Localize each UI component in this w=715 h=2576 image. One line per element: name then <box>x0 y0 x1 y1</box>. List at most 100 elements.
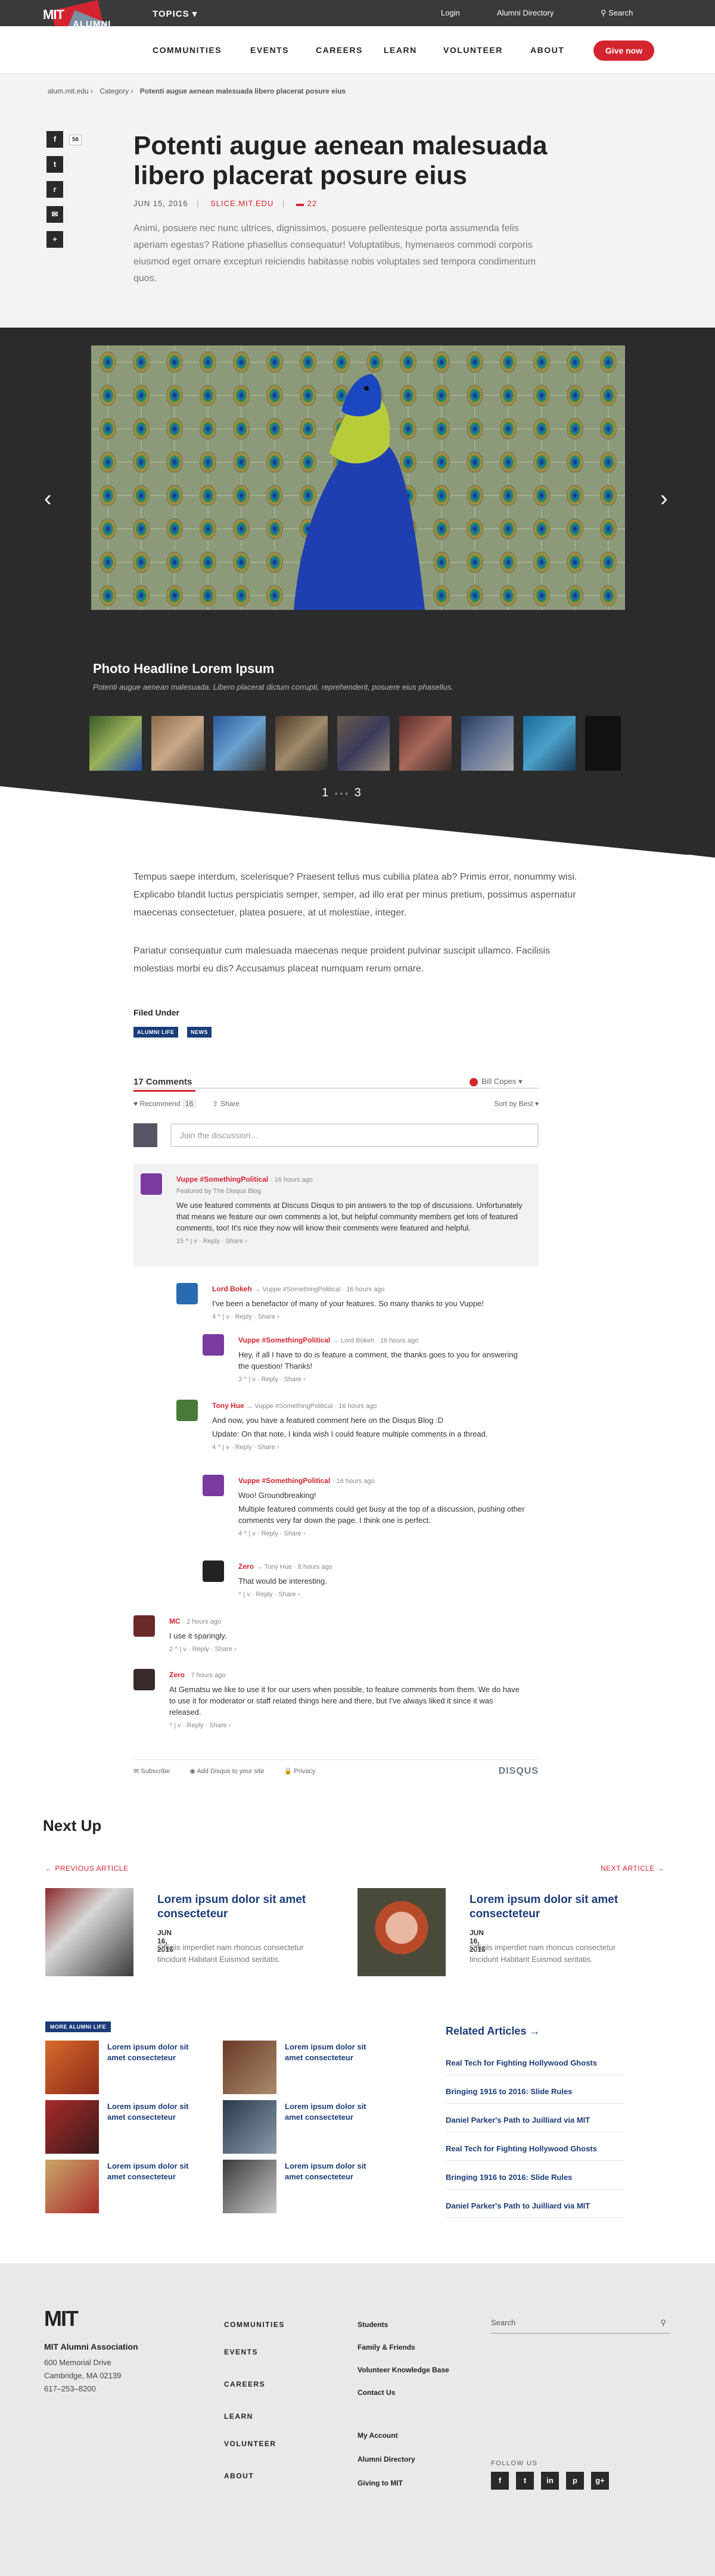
search-link[interactable]: ⚲ Search <box>601 8 633 18</box>
topics-menu[interactable]: TOPICS ▾ <box>153 8 197 19</box>
reddit-share-button[interactable]: r <box>46 181 63 198</box>
thumbnail[interactable] <box>461 716 514 771</box>
previous-article-link[interactable]: ← PREVIOUS ARTICLE <box>45 1864 128 1873</box>
footer-link-giving[interactable]: Giving to MIT <box>358 2479 403 2487</box>
nav-careers[interactable]: CAREERS <box>316 45 363 55</box>
add-disqus-link[interactable]: ◉ Add Disqus to your site <box>189 1768 264 1775</box>
more-item[interactable]: Lorem ipsum dolor sit amet consecteteur <box>45 2100 212 2154</box>
nav-about[interactable]: ABOUT <box>530 45 564 55</box>
related-article-link[interactable]: Daniel Parker's Path to Juilliard via MI… <box>446 2201 624 2218</box>
footer-nav-events[interactable]: EVENTS <box>224 2348 258 2356</box>
comment-actions[interactable]: 2 ^ | v · Reply · Share › <box>169 1644 527 1655</box>
thumbnail[interactable] <box>585 716 621 771</box>
thumbnail[interactable] <box>151 716 204 771</box>
comment-actions[interactable]: ^ | v · Reply · Share › <box>169 1720 527 1731</box>
article-source-link[interactable]: SLICE.MIT.EDU <box>210 199 273 208</box>
login-link[interactable]: Login <box>441 8 460 17</box>
give-now-button[interactable]: Give now <box>593 41 654 61</box>
comment-author[interactable]: Zero <box>238 1562 254 1571</box>
twitter-share-button[interactable]: t <box>46 156 63 173</box>
comment-actions[interactable]: 15 ^ | v · Reply · Share › <box>176 1236 528 1247</box>
breadcrumb-category[interactable]: Category <box>100 87 129 95</box>
sort-dropdown[interactable]: Sort by Best ▾ <box>494 1099 539 1108</box>
more-item[interactable]: Lorem ipsum dolor sit amet consecteteur <box>223 2160 390 2213</box>
twitter-icon[interactable]: t <box>516 2472 534 2490</box>
related-article-link[interactable]: Bringing 1916 to 2016: Slide Rules <box>446 2087 624 2104</box>
comment-author[interactable]: Vuppe #SomethingPolitical <box>176 1175 268 1183</box>
facebook-icon[interactable]: f <box>491 2472 509 2490</box>
footer-link-account[interactable]: My Account <box>358 2431 398 2440</box>
more-item[interactable]: Lorem ipsum dolor sit amet consecteteur <box>45 2160 212 2213</box>
gallery-next-arrow[interactable]: › <box>660 486 668 512</box>
disqus-logo[interactable]: DISQUS <box>499 1766 539 1777</box>
comment-actions[interactable]: 4 ^ | v · Reply · Share › <box>212 1312 534 1323</box>
pager-first[interactable]: 1 <box>322 786 328 799</box>
thumbnail[interactable] <box>399 716 452 771</box>
nav-volunteer[interactable]: VOLUNTEER <box>443 45 503 55</box>
comment-actions[interactable]: 4 ^ | v · Reply · Share › <box>212 1442 534 1453</box>
comment-actions[interactable]: ^ | v · Reply · Share › <box>238 1589 530 1600</box>
comment-author[interactable]: Lord Bokeh <box>212 1285 252 1293</box>
thumbnail[interactable] <box>275 716 328 771</box>
thumbnail[interactable] <box>523 716 576 771</box>
article-title[interactable]: Lorem ipsum dolor sit amet consecteteur <box>470 1893 624 1921</box>
recommend-button[interactable]: ♥ Recommend 16 <box>133 1099 197 1108</box>
more-item-title[interactable]: Lorem ipsum dolor sit amet consecteteur <box>285 2042 374 2063</box>
footer-nav-communities[interactable]: COMMUNITIES <box>224 2320 285 2329</box>
comment-actions[interactable]: 4 ^ | v · Reply · Share › <box>238 1528 530 1540</box>
facebook-share-button[interactable]: f 56 <box>46 131 82 148</box>
thumbnail[interactable] <box>89 716 142 771</box>
more-item[interactable]: Lorem ipsum dolor sit amet consecteteur <box>223 2041 390 2094</box>
next-article-link[interactable]: NEXT ARTICLE → <box>601 1864 664 1873</box>
more-item-title[interactable]: Lorem ipsum dolor sit amet consecteteur <box>285 2101 374 2123</box>
more-item-title[interactable]: Lorem ipsum dolor sit amet consecteteur <box>107 2101 197 2123</box>
related-article-link[interactable]: Real Tech for Fighting Hollywood Ghosts <box>446 2058 624 2075</box>
footer-nav-about[interactable]: ABOUT <box>224 2472 254 2480</box>
footer-mit-logo[interactable]: MIT <box>44 2306 79 2331</box>
email-share-button[interactable]: ✉ <box>46 206 63 223</box>
alumni-directory-link[interactable]: Alumni Directory <box>497 8 554 17</box>
footer-search-input[interactable]: Search ⚲ <box>491 2315 670 2334</box>
related-article-link[interactable]: Daniel Parker's Path to Juilliard via MI… <box>446 2116 624 2132</box>
more-item-title[interactable]: Lorem ipsum dolor sit amet consecteteur <box>107 2042 197 2063</box>
comment-count-link[interactable]: ▬ 22 <box>296 199 317 208</box>
footer-link-students[interactable]: Students <box>358 2320 388 2329</box>
footer-link-directory[interactable]: Alumni Directory <box>358 2455 415 2463</box>
breadcrumb-home[interactable]: alum.mit.edu <box>48 87 89 95</box>
more-item[interactable]: Lorem ipsum dolor sit amet consecteteur <box>45 2041 212 2094</box>
comment-actions[interactable]: 3 ^ | v · Reply · Share › <box>238 1374 530 1385</box>
tag-news[interactable]: NEWS <box>187 1027 212 1038</box>
join-discussion-input[interactable]: Join the discussion… <box>170 1123 539 1147</box>
gallery-prev-arrow[interactable]: ‹ <box>44 486 52 512</box>
comment-author[interactable]: Tony Hue <box>212 1401 244 1410</box>
comment-author[interactable]: Zero <box>169 1671 185 1679</box>
subscribe-link[interactable]: ✉ Subscribe <box>133 1768 170 1775</box>
comment-author[interactable]: Vuppe #SomethingPolitical <box>238 1477 330 1485</box>
nav-events[interactable]: EVENTS <box>250 45 289 55</box>
google-plus-icon[interactable]: g+ <box>591 2472 609 2490</box>
footer-nav-careers[interactable]: CAREERS <box>224 2380 265 2388</box>
more-share-button[interactable]: + <box>46 231 63 248</box>
footer-link-volunteer-kb[interactable]: Volunteer Knowledge Base <box>358 2366 449 2374</box>
footer-link-family[interactable]: Family & Friends <box>358 2343 415 2351</box>
footer-link-contact[interactable]: Contact Us <box>358 2388 395 2397</box>
comment-author[interactable]: Vuppe #SomethingPolitical <box>238 1336 330 1344</box>
thumbnail[interactable] <box>337 716 390 771</box>
linkedin-icon[interactable]: in <box>541 2472 559 2490</box>
tag-alumni-life[interactable]: ALUMNI LIFE <box>133 1027 178 1038</box>
related-article-link[interactable]: Bringing 1916 to 2016: Slide Rules <box>446 2173 624 2189</box>
nav-learn[interactable]: LEARN <box>384 45 417 55</box>
nav-communities[interactable]: COMMUNITIES <box>153 45 222 55</box>
more-item[interactable]: Lorem ipsum dolor sit amet consecteteur <box>223 2100 390 2154</box>
privacy-link[interactable]: 🔒 Privacy <box>284 1768 316 1775</box>
article-title[interactable]: Lorem ipsum dolor sit amet consecteteur <box>157 1893 312 1921</box>
footer-nav-volunteer[interactable]: VOLUNTEER <box>224 2440 276 2448</box>
share-thread-button[interactable]: ⇪ Share <box>213 1099 240 1108</box>
pager-last[interactable]: 3 <box>355 786 361 799</box>
thumbnail[interactable] <box>213 716 266 771</box>
related-article-link[interactable]: Real Tech for Fighting Hollywood Ghosts <box>446 2144 624 2161</box>
more-item-title[interactable]: Lorem ipsum dolor sit amet consecteteur <box>285 2161 374 2182</box>
more-item-title[interactable]: Lorem ipsum dolor sit amet consecteteur <box>107 2161 197 2182</box>
pinterest-icon[interactable]: p <box>566 2472 584 2490</box>
disqus-user-menu[interactable]: Bill Copes ▾ <box>470 1077 523 1086</box>
